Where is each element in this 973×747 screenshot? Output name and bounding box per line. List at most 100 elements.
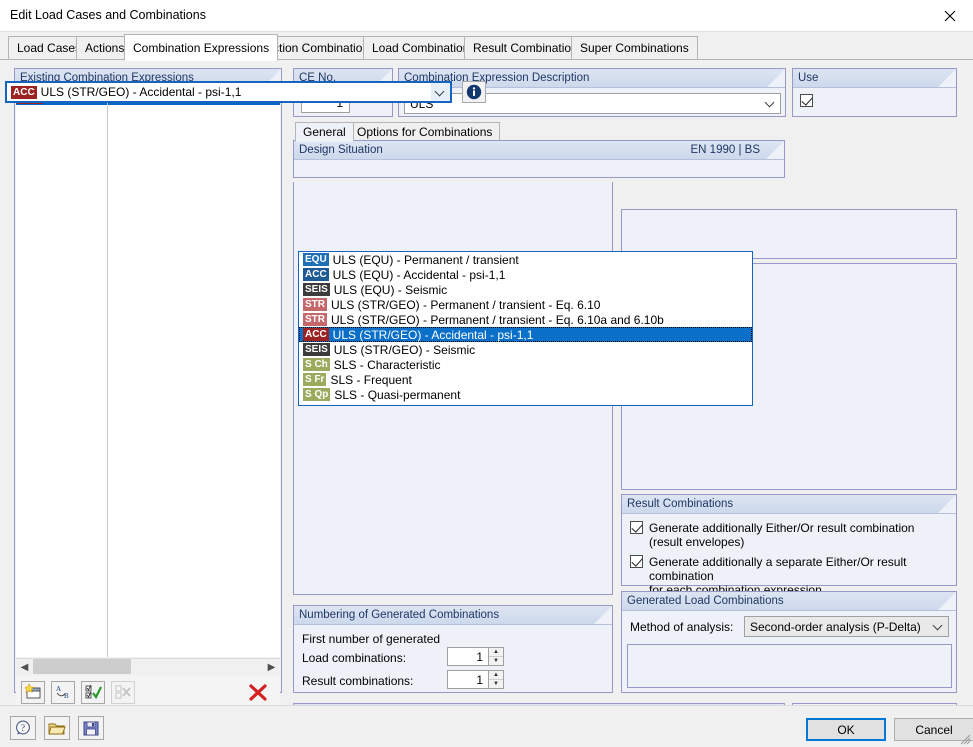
select-all-button[interactable] [81, 680, 105, 704]
dropdown-option-ulsequ-permanent-transient[interactable]: EQU ULS (EQU) - Permanent / transient [299, 252, 752, 267]
load-combinations-spin-buttons[interactable]: ▲ ▼ [489, 647, 504, 666]
load-combinations-stepper[interactable]: 1 ▲ ▼ [447, 647, 504, 666]
option-label: ULS (STR/GEO) - Permanent / transient - … [331, 312, 664, 327]
design-situation-selected-value: ACC ULS (STR/GEO) - Accidental - psi-1,1 [7, 85, 241, 99]
numbering-title-text: Numbering of Generated Combinations [299, 609, 500, 621]
use-title: Use [793, 69, 956, 88]
svg-text:?: ? [21, 723, 25, 733]
dropdown-option-ulsequ-accidental[interactable]: ACC ULS (EQU) - Accidental - psi-1,1 [299, 267, 752, 282]
design-situation-dropdown-list[interactable]: EQU ULS (EQU) - Permanent / transient AC… [298, 251, 753, 406]
option-badge: SEIS [303, 343, 330, 356]
rc-option1-line2: (result envelopes) [649, 535, 745, 549]
chevron-down-icon[interactable] [760, 94, 780, 113]
result-combinations-stepper[interactable]: 1 ▲ ▼ [447, 670, 504, 689]
design-situation-selected-badge: ACC [11, 85, 37, 99]
window-title: Edit Load Cases and Combinations [10, 8, 206, 22]
list-toolbar: A B [16, 676, 280, 708]
dialog-window: Edit Load Cases and Combinations Load Ca… [0, 0, 973, 747]
dropdown-option-ulsstrgeo-accidental[interactable]: ACC ULS (STR/GEO) - Accidental - psi-1,1 [299, 327, 752, 342]
rc-option1-line1: Generate additionally Either/Or result c… [649, 521, 915, 535]
result-combinations-label: Result combinations: [302, 674, 414, 688]
result-combinations-input[interactable]: 1 [447, 670, 489, 689]
save-floppy-icon[interactable] [78, 716, 104, 740]
dropdown-option-sls-characteristic[interactable]: S Ch SLS - Characteristic [299, 357, 752, 372]
help-icon[interactable]: ? [10, 716, 36, 740]
load-combinations-label: Load combinations: [302, 651, 407, 665]
result-combinations-spin-buttons[interactable]: ▲ ▼ [489, 670, 504, 689]
list-column-separator [107, 89, 108, 657]
option-badge: ACC [303, 268, 329, 281]
option-label: ULS (STR/GEO) - Permanent / transient - … [331, 297, 601, 312]
option-label: SLS - Quasi-permanent [334, 387, 461, 402]
option-label: ULS (EQU) - Permanent / transient [332, 252, 519, 267]
option-badge: S Qp [303, 388, 331, 401]
resize-grip-icon[interactable] [959, 733, 971, 745]
use-checkbox[interactable] [800, 94, 813, 107]
existing-combination-expressions-panel: Existing Combination Expressions ACC CE1… [14, 68, 282, 708]
close-icon[interactable] [927, 0, 973, 31]
design-situation-selected-label: ULS (STR/GEO) - Accidental - psi-1,1 [40, 85, 242, 99]
svg-text:B: B [64, 692, 69, 700]
rc-option2-line1: Generate additionally a separate Either/… [649, 555, 907, 583]
spin-down-icon[interactable]: ▼ [489, 657, 503, 665]
option-badge: SEIS [303, 283, 330, 296]
result-combinations-panel: Result Combinations Generate additionall… [621, 494, 957, 597]
info-icon[interactable] [462, 81, 486, 103]
new-combination-expression-button[interactable] [21, 680, 45, 704]
inner-tab-options-for-combinations[interactable]: Options for Combinations [349, 122, 501, 142]
rename-button[interactable]: A B [51, 680, 75, 704]
spin-down-icon[interactable]: ▼ [489, 680, 503, 688]
dropdown-option-sls-quasi-permanent[interactable]: S Qp SLS - Quasi-permanent [299, 387, 752, 402]
option-badge: STR [303, 298, 327, 311]
spin-up-icon[interactable]: ▲ [489, 671, 503, 680]
generated-load-combinations-title-text: Generated Load Combinations [627, 595, 784, 607]
ce-description-combobox[interactable]: ULS [404, 93, 781, 114]
use-title-text: Use [798, 72, 819, 84]
use-panel: Use [792, 68, 957, 117]
chevron-left-icon[interactable]: ◀ [16, 659, 33, 676]
inner-tab-general[interactable]: General [295, 122, 354, 142]
generate-either-or-result-combination-row: Generate additionally Either/Or result c… [630, 521, 950, 549]
option-label: ULS (EQU) - Accidental - psi-1,1 [332, 267, 506, 282]
method-of-analysis-label: Method of analysis: [630, 620, 734, 634]
delete-button[interactable] [246, 681, 270, 704]
generate-either-or-result-combination-label: Generate additionally Either/Or result c… [649, 521, 914, 549]
combination-expression-description-title: Combination Expression Description [399, 69, 785, 88]
option-badge: STR [303, 313, 327, 326]
list-horizontal-scrollbar[interactable]: ◀ ▶ [16, 658, 280, 675]
dropdown-option-ulsstrgeo-permanent-transient-610[interactable]: STR ULS (STR/GEO) - Permanent / transien… [299, 297, 752, 312]
scroll-track[interactable] [33, 658, 263, 676]
first-number-of-generated-label: First number of generated [302, 632, 441, 646]
combination-expressions-list[interactable]: ACC CE1 ULS [16, 89, 280, 657]
dialog-body: Existing Combination Expressions ACC CE1… [0, 60, 973, 746]
design-situation-combobox[interactable]: ACC ULS (STR/GEO) - Accidental - psi-1,1 [5, 81, 452, 103]
combination-expression-description-panel: Combination Expression Description ULS [398, 68, 786, 117]
spin-up-icon[interactable]: ▲ [489, 648, 503, 657]
load-combinations-input[interactable]: 1 [447, 647, 489, 666]
open-folder-icon[interactable] [44, 716, 70, 740]
method-of-analysis-combobox[interactable]: Second-order analysis (P-Delta) [744, 616, 949, 637]
tab-super-combinations[interactable]: Super Combinations [571, 36, 698, 60]
generate-either-or-result-combination-checkbox[interactable] [630, 521, 643, 534]
dropdown-option-ulsstrgeo-seismic[interactable]: SEIS ULS (STR/GEO) - Seismic [299, 342, 752, 357]
scroll-thumb[interactable] [33, 658, 131, 674]
design-situation-title: Design Situation EN 1990 | BS [294, 141, 784, 160]
generate-separate-either-or-checkbox[interactable] [630, 555, 643, 568]
chevron-down-icon[interactable] [928, 617, 948, 636]
numbering-of-generated-combinations-panel: Numbering of Generated Combinations Firs… [293, 605, 613, 693]
numbering-title: Numbering of Generated Combinations [294, 606, 612, 625]
design-situation-panel: Design Situation EN 1990 | BS [293, 140, 785, 178]
chevron-right-icon[interactable]: ▶ [263, 659, 280, 676]
option-badge: S Fr [303, 373, 327, 386]
dropdown-option-ulsstrgeo-permanent-transient-610a-610b[interactable]: STR ULS (STR/GEO) - Permanent / transien… [299, 312, 752, 327]
option-label: SLS - Characteristic [333, 357, 441, 372]
design-situation-title-text: Design Situation [299, 144, 383, 156]
chevron-down-icon[interactable] [431, 83, 450, 101]
deselect-all-button [111, 680, 135, 704]
ok-button[interactable]: OK [806, 718, 886, 741]
dropdown-option-sls-frequent[interactable]: S Fr SLS - Frequent [299, 372, 752, 387]
dropdown-option-ulsequ-seismic[interactable]: SEIS ULS (EQU) - Seismic [299, 282, 752, 297]
ce-description-value: ULS [410, 96, 434, 111]
use-checkbox-wrap [800, 94, 813, 108]
tab-combination-expressions[interactable]: Combination Expressions [124, 34, 279, 61]
